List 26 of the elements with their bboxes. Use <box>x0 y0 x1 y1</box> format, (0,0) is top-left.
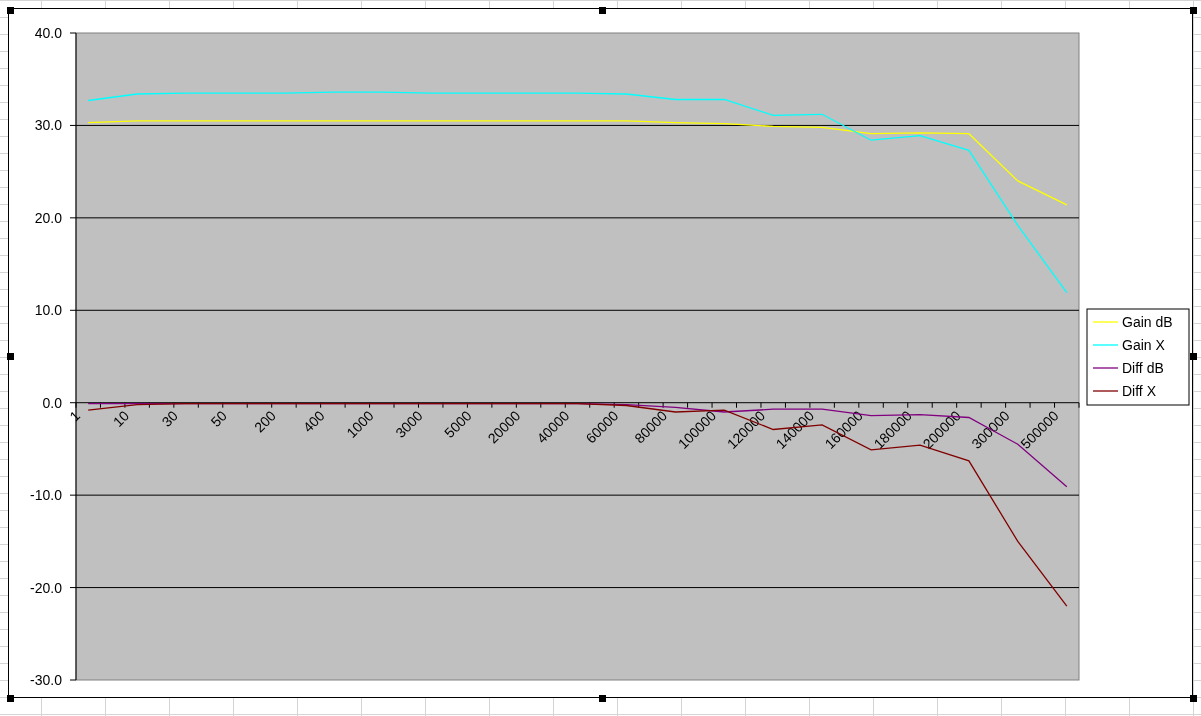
selection-handle[interactable] <box>599 695 606 702</box>
y-axis-label: 30.0 <box>34 117 62 134</box>
y-axis-label: 0.0 <box>42 394 62 411</box>
x-axis-label: 200 <box>251 407 279 436</box>
y-axis-label: 10.0 <box>34 302 62 319</box>
legend-label: Diff dB <box>1122 360 1164 376</box>
y-axis-label: 20.0 <box>34 209 62 226</box>
selection-handle[interactable] <box>1190 7 1197 14</box>
x-axis-label: 400 <box>299 407 328 436</box>
x-axis-label: 10 <box>109 407 133 430</box>
y-axis-label: -10.0 <box>30 487 62 504</box>
selection-handle[interactable] <box>7 353 14 360</box>
selection-handle[interactable] <box>1190 695 1197 702</box>
x-axis-label: 30 <box>158 407 181 430</box>
y-axis-label: -30.0 <box>30 672 62 688</box>
x-axis-label: 50 <box>207 407 230 430</box>
legend-label: Diff X <box>1122 383 1156 399</box>
y-axis-label: 40.0 <box>34 25 62 41</box>
legend-label: Gain X <box>1122 337 1165 353</box>
selection-handle[interactable] <box>7 7 14 14</box>
legend-label: Gain dB <box>1122 314 1173 330</box>
selection-handle[interactable] <box>1190 353 1197 360</box>
x-axis-label: 1 <box>66 407 84 425</box>
selection-handle[interactable] <box>599 7 606 14</box>
y-axis-label: -20.0 <box>30 579 62 596</box>
selection-handle[interactable] <box>7 695 14 702</box>
